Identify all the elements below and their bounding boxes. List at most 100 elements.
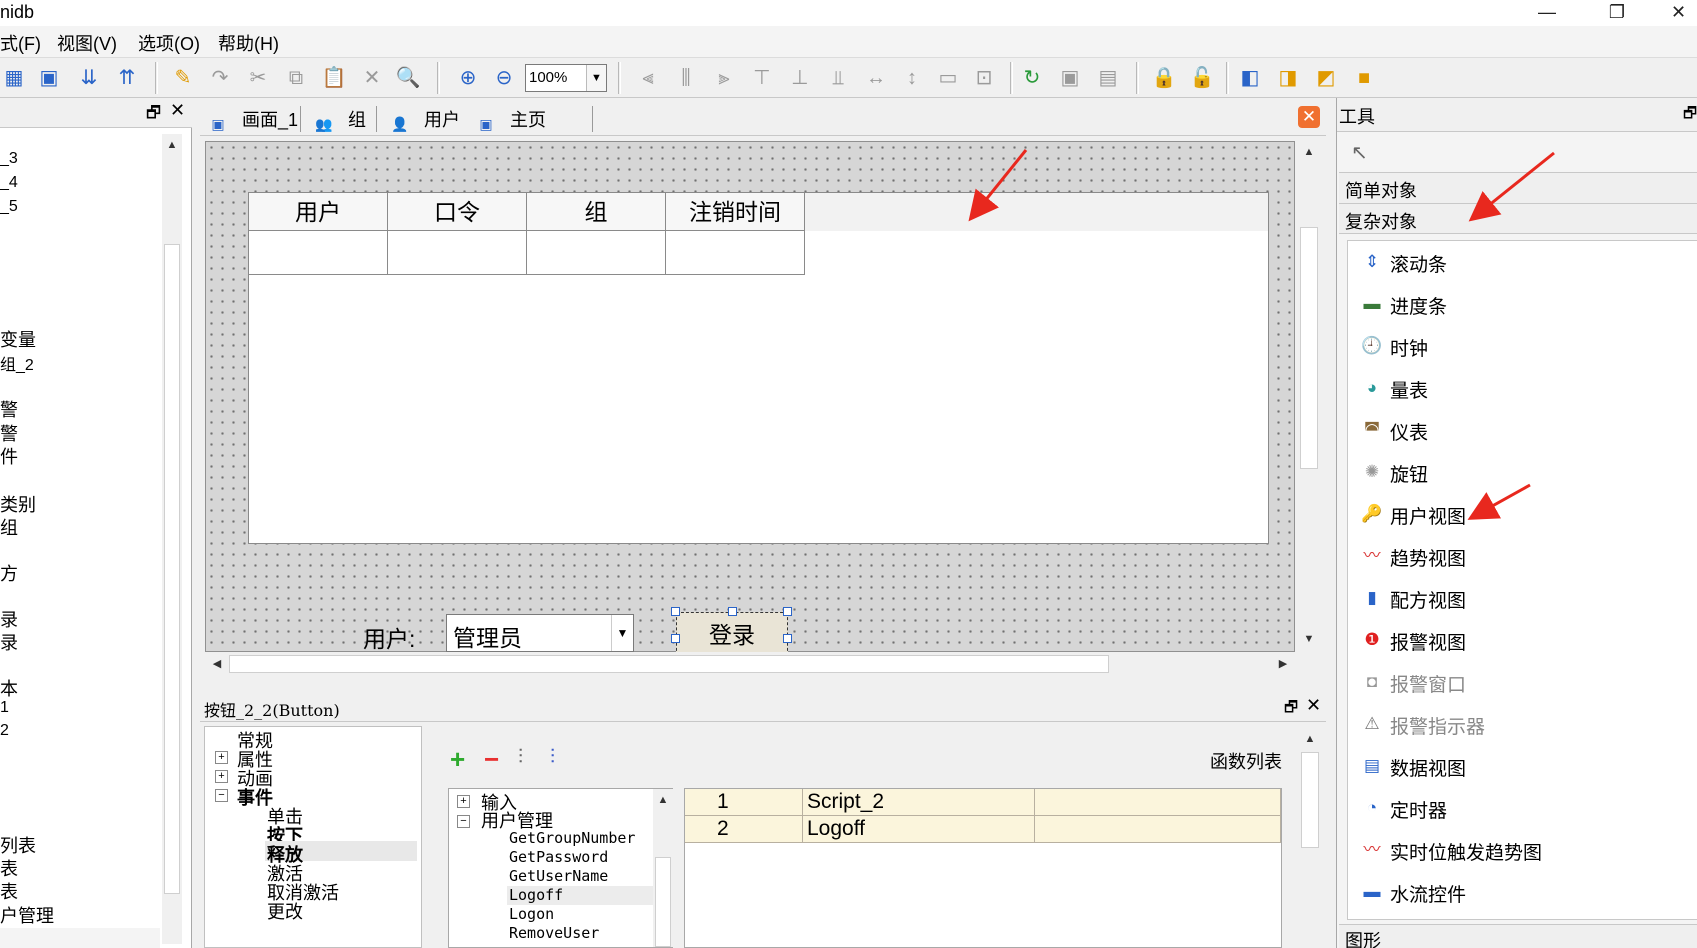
ungroup-icon[interactable]: ▤ bbox=[1094, 64, 1122, 92]
cut-icon[interactable]: ✂ bbox=[244, 64, 272, 92]
column-header-password[interactable]: 口令 bbox=[388, 193, 527, 231]
align-right-icon[interactable]: ⫸ bbox=[710, 64, 738, 92]
copy-icon[interactable]: ⧉ bbox=[282, 64, 310, 92]
rotate-icon[interactable]: ↻ bbox=[1018, 64, 1046, 92]
scroll-up-icon[interactable]: ▲ bbox=[653, 789, 673, 811]
scroll-thumb[interactable] bbox=[1301, 752, 1319, 848]
resize-handle[interactable] bbox=[783, 607, 792, 616]
same-size-icon[interactable]: ▭ bbox=[934, 64, 962, 92]
align-top-icon[interactable]: ⊤ bbox=[748, 64, 776, 92]
tool-item-recipe-view[interactable]: ▮ 配方视图 bbox=[1348, 577, 1688, 619]
menu-format[interactable]: 式(F) bbox=[0, 30, 41, 56]
tree-item[interactable]: Logon bbox=[509, 905, 554, 923]
tab-user[interactable]: 👤 用户 bbox=[384, 102, 466, 132]
grid-icon[interactable]: ▦ bbox=[0, 64, 28, 92]
tool-item-timer[interactable]: ◔ 定时器 bbox=[1348, 787, 1688, 829]
table-cell[interactable] bbox=[388, 231, 527, 275]
tree-item[interactable]: 1 bbox=[0, 699, 9, 717]
tool-item-alarm-indicator[interactable]: ⚠ 报警指示器 bbox=[1348, 703, 1688, 745]
download-icon[interactable]: ⇊ bbox=[75, 64, 103, 92]
tree-item[interactable]: RemoveUser bbox=[509, 924, 599, 942]
chevron-down-icon[interactable]: ▼ bbox=[611, 615, 633, 651]
pointer-icon[interactable]: ↖ bbox=[1351, 140, 1368, 165]
close-document-button[interactable]: ✕ bbox=[1298, 106, 1320, 128]
tree-item[interactable]: _3 bbox=[0, 150, 18, 168]
category-complex-objects[interactable]: 复杂对象 bbox=[1339, 204, 1697, 234]
group-icon[interactable]: ▣ bbox=[1056, 64, 1084, 92]
float-icon[interactable]: 🗗 bbox=[1683, 103, 1697, 128]
category-shapes[interactable]: 图形 bbox=[1339, 924, 1697, 948]
row-number[interactable]: 2 bbox=[685, 816, 803, 843]
tree-item[interactable]: Logoff bbox=[509, 886, 563, 904]
tab-group[interactable]: 👥 组 bbox=[308, 102, 372, 132]
collapse-icon[interactable]: − bbox=[215, 789, 228, 802]
tree-item[interactable]: 表 bbox=[0, 878, 18, 904]
tool-item-data-view[interactable]: ▤ 数据视图 bbox=[1348, 745, 1688, 787]
scroll-thumb[interactable] bbox=[164, 244, 180, 894]
move-down-icon[interactable]: ⫶ bbox=[550, 746, 555, 769]
collapse-icon[interactable]: − bbox=[457, 815, 470, 828]
tree-item[interactable]: 变量 bbox=[0, 326, 36, 352]
column-header-group[interactable]: 组 bbox=[527, 193, 666, 231]
lock-icon[interactable]: 🔒 bbox=[1150, 64, 1178, 92]
bring-front-icon[interactable]: ◧ bbox=[1236, 64, 1264, 92]
tool-item-user-view[interactable]: 🔑 用户视图 bbox=[1348, 493, 1688, 535]
column-header-user[interactable]: 用户 bbox=[249, 193, 388, 231]
float-icon[interactable]: 🗗 bbox=[146, 102, 161, 129]
unlock-icon[interactable]: 🔓 bbox=[1188, 64, 1216, 92]
tree-item[interactable]: 方 bbox=[0, 560, 18, 586]
tree-item[interactable]: 组 bbox=[0, 514, 18, 540]
tab-screen-1[interactable]: ▣ 画面_1 bbox=[202, 102, 304, 132]
project-tree-scrollbar[interactable]: ▲ bbox=[162, 134, 182, 944]
table-cell[interactable] bbox=[527, 231, 666, 275]
minimize-button[interactable]: — bbox=[1520, 0, 1574, 26]
add-icon[interactable]: + bbox=[450, 744, 465, 775]
resize-handle[interactable] bbox=[671, 607, 680, 616]
tree-item[interactable]: _4 bbox=[0, 174, 18, 192]
function-area-scrollbar[interactable]: ▲ bbox=[1298, 726, 1322, 876]
layer-down-icon[interactable]: ■ bbox=[1350, 64, 1378, 92]
tree-item[interactable]: 组_2 bbox=[0, 351, 34, 375]
tool-item-gauge[interactable]: ◕ 量表 bbox=[1348, 367, 1688, 409]
tool-item-knob[interactable]: ✺ 旋钮 bbox=[1348, 451, 1688, 493]
tree-item[interactable]: 更改 bbox=[267, 898, 303, 924]
zoom-select[interactable]: 100% ▼ bbox=[525, 64, 607, 92]
chevron-down-icon[interactable]: ▼ bbox=[586, 65, 606, 91]
canvas-vertical-scrollbar[interactable]: ▲ ▼ bbox=[1297, 141, 1321, 652]
scroll-right-icon[interactable]: ▶ bbox=[1273, 653, 1293, 675]
tree-item[interactable]: 警 bbox=[0, 396, 18, 422]
tool-item-clock[interactable]: 🕘 时钟 bbox=[1348, 325, 1688, 367]
upload-icon[interactable]: ⇈ bbox=[113, 64, 141, 92]
table-cell[interactable] bbox=[249, 231, 388, 275]
same-width-icon[interactable]: ↔ bbox=[862, 64, 890, 92]
tree-item[interactable]: GetGroupNumber bbox=[509, 829, 635, 847]
scroll-left-icon[interactable]: ◀ bbox=[207, 653, 227, 675]
tree-item[interactable]: 本 bbox=[0, 675, 18, 701]
expand-icon[interactable]: + bbox=[457, 795, 470, 808]
restore-button[interactable]: ❐ bbox=[1590, 0, 1644, 26]
tool-item-alarm-view[interactable]: ❶ 报警视图 bbox=[1348, 619, 1688, 661]
scroll-up-icon[interactable]: ▲ bbox=[1299, 141, 1319, 163]
tool-item-water-flow[interactable]: ▬ 水流控件 bbox=[1348, 871, 1688, 913]
table-cell[interactable] bbox=[1035, 816, 1281, 843]
tool-item-scrollbar[interactable]: ⇕ 滚动条 bbox=[1348, 241, 1688, 283]
canvas-horizontal-scrollbar[interactable]: ◀ ▶ bbox=[205, 652, 1297, 676]
center-icon[interactable]: ⊡ bbox=[970, 64, 998, 92]
tool-item-alarm-window[interactable]: ◘ 报警窗口 bbox=[1348, 661, 1688, 703]
layer-up-icon[interactable]: ◩ bbox=[1312, 64, 1340, 92]
scroll-thumb[interactable] bbox=[655, 857, 671, 947]
send-back-icon[interactable]: ◨ bbox=[1274, 64, 1302, 92]
same-height-icon[interactable]: ↕ bbox=[898, 64, 926, 92]
tree-item[interactable]: 录 bbox=[0, 629, 18, 655]
tree-item[interactable]: _5 bbox=[0, 198, 18, 216]
move-up-icon[interactable]: ⫶ bbox=[518, 746, 523, 769]
function-tree-scrollbar[interactable]: ▲ bbox=[653, 789, 673, 947]
tool-item-trend-view[interactable]: 〰趋势视图 bbox=[1348, 535, 1688, 577]
tree-item[interactable]: 户管理 bbox=[0, 902, 54, 928]
tree-item[interactable]: GetPassword bbox=[509, 848, 608, 866]
category-simple-objects[interactable]: 简单对象 bbox=[1339, 172, 1697, 204]
expand-icon[interactable]: + bbox=[215, 751, 228, 764]
menu-options[interactable]: 选项(O) bbox=[138, 30, 200, 56]
screen-icon[interactable]: ▣ bbox=[35, 64, 63, 92]
function-name[interactable]: Logoff bbox=[803, 816, 1035, 843]
